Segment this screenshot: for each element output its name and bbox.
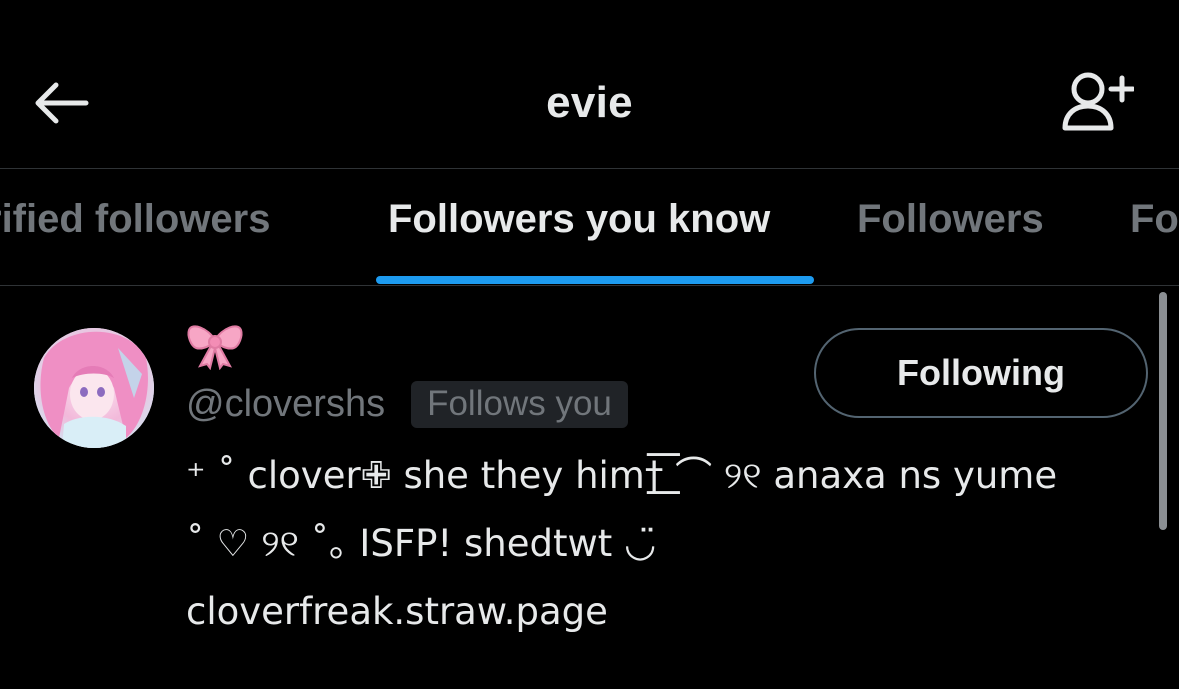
page-title: evie [546,78,633,127]
scrollbar[interactable] [1159,292,1167,530]
tab-bar: rified followers Followers you know Foll… [0,169,1179,286]
avatar[interactable] [34,328,154,448]
add-person-icon [1062,72,1134,131]
active-tab-indicator [376,276,814,284]
bio-line-1: ⁺ ˚ clover✙ she they him†͟͟͞͞ ⌒ ୨୧ anaxa… [186,454,1058,497]
tab-followers-you-know[interactable]: Followers you know [388,197,770,242]
top-bar: evie [0,0,1179,169]
avatar-image [34,328,154,448]
tab-following[interactable]: Fo [1130,197,1179,242]
tab-followers[interactable]: Followers [857,197,1044,242]
user-handle[interactable]: @clovershs [186,383,385,426]
tab-verified-followers[interactable]: rified followers [0,197,271,242]
user-bio: ⁺ ˚ clover✙ she they him†͟͟͞͞ ⌒ ୨୧ anaxa… [186,442,1166,646]
ribbon-bow-icon [187,325,243,371]
follows-you-badge: Follows you [411,380,628,428]
following-button[interactable]: Following [814,328,1148,418]
add-person-button[interactable] [1058,68,1136,134]
display-name[interactable]: 🎀 [186,320,246,374]
bio-line-2: ˚ ♡ ୨୧ ˚｡ ISFP! shedtwt ◡̈ [186,522,657,565]
bio-link[interactable]: cloverfreak.straw.page [186,578,1166,646]
user-list-item[interactable]: 🎀 @clovershs Follows you Following ⁺ ˚ c… [0,286,1179,689]
handle-line: @clovershs Follows you [186,380,628,428]
